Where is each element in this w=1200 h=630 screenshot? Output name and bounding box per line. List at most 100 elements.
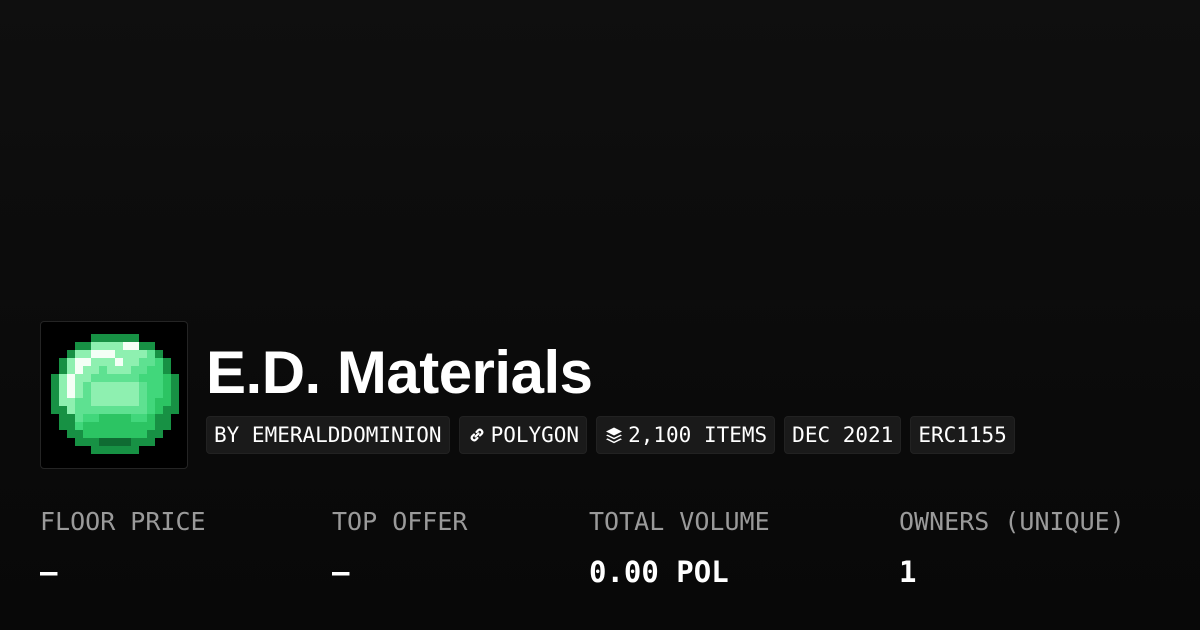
gem-pixel xyxy=(67,422,75,430)
creator-chip[interactable]: BY EMERALDDOMINION xyxy=(206,416,450,454)
gem-pixel xyxy=(75,414,83,422)
emerald-gem-icon xyxy=(51,334,179,454)
gem-pixel xyxy=(59,374,67,382)
gem-pixel xyxy=(115,342,123,350)
gem-pixel xyxy=(99,366,107,374)
gem-pixel xyxy=(91,366,99,374)
gem-pixel xyxy=(163,398,171,406)
gem-pixel xyxy=(131,430,139,438)
gem-pixel xyxy=(131,422,139,430)
gem-pixel xyxy=(163,414,171,422)
items-chip[interactable]: 2,100 ITEMS xyxy=(596,416,776,454)
gem-pixel xyxy=(155,422,163,430)
gem-pixel xyxy=(139,390,147,398)
gem-pixel xyxy=(155,374,163,382)
gem-pixel xyxy=(91,422,99,430)
gem-pixel xyxy=(155,430,163,438)
gem-pixel xyxy=(83,350,91,358)
gem-pixel xyxy=(131,358,139,366)
gem-pixel xyxy=(147,406,155,414)
gem-pixel xyxy=(99,350,107,358)
top-offer-label: TOP OFFER xyxy=(332,507,468,536)
gem-pixel xyxy=(155,382,163,390)
gem-pixel xyxy=(75,406,83,414)
gem-pixel xyxy=(67,374,75,382)
gem-pixel xyxy=(139,422,147,430)
collection-meta-chips: BY EMERALDDOMINION POLYGON 2,100 ITEMS D… xyxy=(206,416,1015,454)
gem-pixel xyxy=(67,366,75,374)
gem-pixel xyxy=(99,398,107,406)
gem-pixel xyxy=(99,438,107,446)
date-chip-label: DEC 2021 xyxy=(792,423,894,447)
gem-pixel xyxy=(107,414,115,422)
owners-label: OWNERS (UNIQUE) xyxy=(899,507,1125,536)
gem-pixel xyxy=(131,406,139,414)
gem-pixel xyxy=(75,382,83,390)
gem-pixel xyxy=(91,398,99,406)
items-chip-label: 2,100 ITEMS xyxy=(628,423,768,447)
gem-pixel xyxy=(75,390,83,398)
gem-pixel xyxy=(139,366,147,374)
layers-icon xyxy=(604,425,624,445)
date-chip: DEC 2021 xyxy=(784,416,902,454)
gem-pixel xyxy=(171,390,179,398)
gem-pixel xyxy=(147,382,155,390)
gem-pixel xyxy=(147,414,155,422)
gem-pixel xyxy=(107,398,115,406)
gem-pixel xyxy=(59,414,67,422)
gem-pixel xyxy=(83,366,91,374)
gem-pixel xyxy=(107,358,115,366)
gem-pixel xyxy=(99,406,107,414)
gem-pixel xyxy=(99,430,107,438)
gem-pixel xyxy=(123,398,131,406)
total-volume-label: TOTAL VOLUME xyxy=(589,507,770,536)
gem-pixel xyxy=(171,398,179,406)
gem-pixel xyxy=(163,358,171,366)
gem-pixel xyxy=(75,366,83,374)
floor-price-label: FLOOR PRICE xyxy=(40,507,206,536)
gem-pixel xyxy=(75,342,83,350)
gem-pixel xyxy=(67,390,75,398)
floor-price-stat: FLOOR PRICE – xyxy=(40,502,206,592)
gem-pixel xyxy=(91,414,99,422)
gem-pixel xyxy=(107,334,115,342)
gem-pixel xyxy=(147,390,155,398)
gem-pixel xyxy=(51,406,59,414)
collection-title: E.D. Materials xyxy=(206,339,593,406)
gem-pixel xyxy=(115,398,123,406)
gem-pixel xyxy=(139,374,147,382)
gem-pixel xyxy=(91,342,99,350)
gem-pixel xyxy=(91,430,99,438)
gem-pixel xyxy=(107,374,115,382)
gem-pixel xyxy=(99,422,107,430)
chain-chip[interactable]: POLYGON xyxy=(458,416,588,454)
gem-pixel xyxy=(131,414,139,422)
gem-pixel xyxy=(59,358,67,366)
gem-pixel xyxy=(163,422,171,430)
gem-pixel xyxy=(131,374,139,382)
gem-pixel xyxy=(123,438,131,446)
gem-pixel xyxy=(51,390,59,398)
gem-pixel xyxy=(115,382,123,390)
gem-pixel xyxy=(91,390,99,398)
gem-pixel xyxy=(59,398,67,406)
gem-pixel xyxy=(171,382,179,390)
gem-pixel xyxy=(139,406,147,414)
gem-pixel xyxy=(107,342,115,350)
floor-price-value: – xyxy=(40,555,58,589)
gem-pixel xyxy=(99,374,107,382)
gem-pixel xyxy=(115,390,123,398)
gem-pixel xyxy=(99,334,107,342)
gem-pixel xyxy=(107,422,115,430)
gem-pixel xyxy=(91,382,99,390)
gem-pixel xyxy=(67,398,75,406)
gem-pixel xyxy=(115,422,123,430)
top-offer-value: – xyxy=(332,555,350,589)
gem-pixel xyxy=(67,382,75,390)
gem-pixel xyxy=(123,358,131,366)
gem-pixel xyxy=(163,366,171,374)
top-offer-stat: TOP OFFER – xyxy=(332,502,467,592)
gem-pixel xyxy=(147,422,155,430)
gem-pixel xyxy=(107,390,115,398)
gem-pixel xyxy=(91,350,99,358)
